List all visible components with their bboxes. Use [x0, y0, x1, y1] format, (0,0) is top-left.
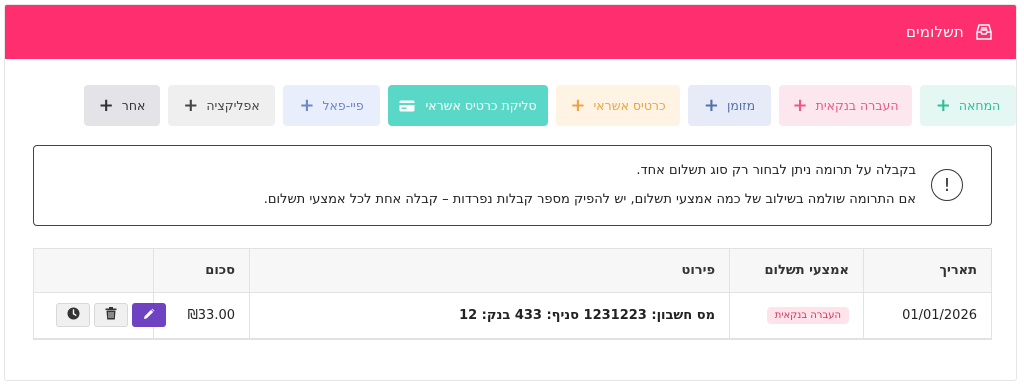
- payment-method-buttons: המחאה + העברה בנקאית + מזומן + כרטיס אשר…: [5, 85, 1016, 127]
- header-actions: [32, 249, 153, 292]
- pencil-icon: [143, 307, 156, 324]
- button-label: אפליקציה: [206, 98, 260, 113]
- add-paypal-button[interactable]: פיי-פאל +: [283, 85, 380, 126]
- payments-table: תאריך אמצעי תשלום פירוט סכום 01/01/2026 …: [33, 248, 992, 340]
- info-alert: ! בקבלה על תרומה ניתן לבחור רק סוג תשלום…: [33, 145, 992, 226]
- detail-text: מס חשבון: 1231223 סניף: 433 בנק: 12: [459, 308, 715, 323]
- credit-card-clearing-button[interactable]: סליקת כרטיס אשראי: [388, 85, 548, 126]
- plus-icon: +: [183, 94, 199, 116]
- row-action-buttons: [56, 303, 166, 327]
- row-method: העברה בנקאית: [729, 293, 863, 338]
- header-sum: סכום: [153, 249, 249, 292]
- button-label: העברה בנקאית: [815, 98, 899, 113]
- inbox-tray-icon: [974, 22, 994, 42]
- edit-button[interactable]: [132, 303, 166, 327]
- button-label: מזומן: [726, 98, 756, 113]
- method-badge: העברה בנקאית: [766, 307, 849, 324]
- plus-icon: +: [703, 94, 719, 116]
- header-method: אמצעי תשלום: [729, 249, 863, 292]
- row-actions: [32, 293, 166, 338]
- plus-icon: +: [98, 94, 114, 116]
- row-sum: ₪33.00: [153, 293, 249, 338]
- payments-card: תשלומים המחאה + העברה בנקאית + מזומן + כ…: [4, 4, 1017, 381]
- table-row: 01/01/2026 העברה בנקאית מס חשבון: 123122…: [34, 293, 991, 340]
- add-app-button[interactable]: אפליקציה +: [168, 85, 275, 126]
- header-detail: פירוט: [249, 249, 729, 292]
- plus-icon: +: [792, 94, 808, 116]
- row-date: 01/01/2026: [863, 293, 991, 338]
- button-label: אחר: [121, 98, 146, 113]
- table-header-row: תאריך אמצעי תשלום פירוט סכום: [34, 249, 991, 293]
- delete-button[interactable]: [94, 303, 128, 327]
- trash-icon: [105, 306, 117, 324]
- header-date: תאריך: [863, 249, 991, 292]
- clock-icon: [67, 307, 80, 324]
- credit-card-icon: [399, 100, 415, 112]
- alert-text-line2: אם התרומה שולמה בשילוב של כמה אמצעי תשלו…: [263, 192, 916, 207]
- alert-text-line1: בקבלה על תרומה ניתן לבחור רק סוג תשלום א…: [636, 163, 916, 178]
- row-detail: מס חשבון: 1231223 סניף: 433 בנק: 12: [249, 293, 729, 338]
- payments-header: תשלומים: [5, 5, 1016, 59]
- add-cash-button[interactable]: מזומן +: [688, 85, 771, 126]
- add-bank-transfer-button[interactable]: העברה בנקאית +: [779, 85, 912, 126]
- add-credit-card-button[interactable]: כרטיס אשראי +: [556, 85, 680, 126]
- add-other-button[interactable]: אחר +: [84, 85, 160, 126]
- button-label: המחאה: [958, 98, 1001, 113]
- plus-icon: +: [299, 94, 315, 116]
- history-button[interactable]: [56, 303, 90, 327]
- add-cheque-button[interactable]: המחאה +: [920, 85, 1016, 126]
- plus-icon: +: [935, 94, 951, 116]
- button-label: סליקת כרטיס אשראי: [425, 98, 537, 113]
- button-label: פיי-פאל: [322, 98, 364, 113]
- plus-icon: +: [570, 94, 586, 116]
- page-title: תשלומים: [906, 23, 964, 41]
- button-label: כרטיס אשראי: [593, 98, 666, 113]
- exclamation-icon: !: [931, 169, 963, 201]
